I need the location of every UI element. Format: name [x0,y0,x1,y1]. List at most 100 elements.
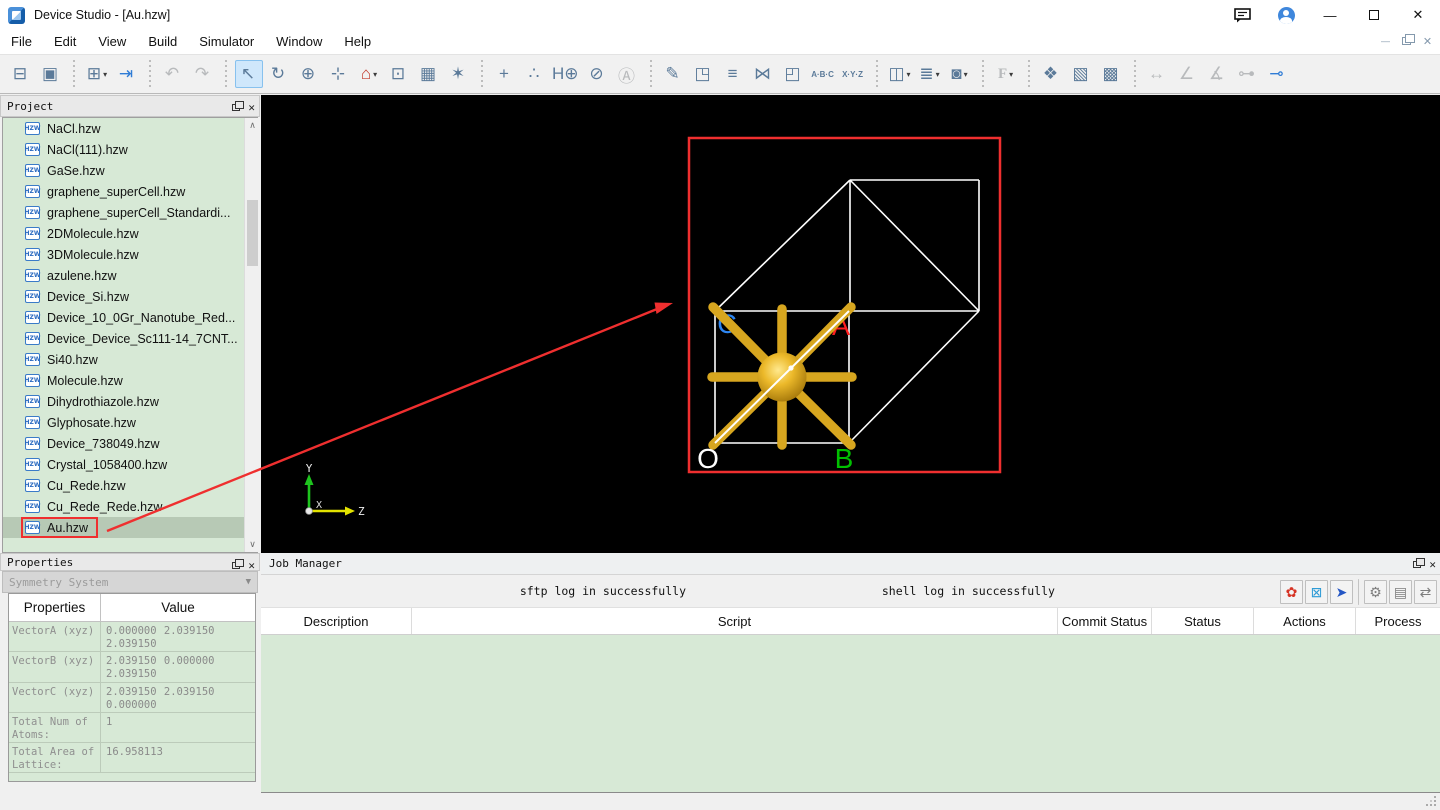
scroll-up-icon[interactable]: ∧ [245,118,260,133]
project-item[interactable]: HZW Cu_Rede.hzw [3,475,257,496]
submit-job-button[interactable]: ➤ [1330,580,1353,604]
mdi-close-button[interactable]: ✕ [1420,34,1435,48]
select-layer-button[interactable]: ≣▾ [916,60,944,88]
project-item[interactable]: HZW Device_738049.hzw [3,433,257,454]
project-item[interactable]: HZW Device_Si.hzw [3,286,257,307]
project-item[interactable]: HZW Au.hzw [3,517,257,538]
refresh-jobs-button[interactable]: ⇄ [1414,580,1437,604]
select-tool-button[interactable]: ↖ [235,60,263,88]
toolbar-button[interactable] [1024,59,1034,89]
save-button[interactable]: ▣ [37,60,65,88]
add-fragment-button[interactable]: ∴ [521,60,549,88]
project-item[interactable]: HZW NaCl.hzw [3,118,257,139]
select-molecule-button[interactable]: ◫▾ [886,60,914,88]
toolbar-button[interactable] [69,59,79,89]
build-crystal-cell-button[interactable]: ▧ [1068,60,1096,88]
measure-distance-button[interactable]: ↔ [1144,60,1172,88]
menu-item-file[interactable]: File [0,30,43,54]
toolbar-button[interactable] [1130,59,1140,89]
measure-ab-button[interactable]: ⊶ [1234,60,1262,88]
close-button[interactable]: ✕ [1396,0,1440,30]
maximize-button[interactable] [1352,0,1396,30]
symmetry-system-dropdown[interactable]: Symmetry System ▼ [2,571,258,593]
align-button[interactable]: ≡ [720,60,748,88]
add-hydrogen-button[interactable]: H⊕ [551,60,582,88]
float-panel-icon[interactable] [232,104,240,111]
project-item[interactable]: HZW Glyphosate.hzw [3,412,257,433]
job-button[interactable] [1358,579,1359,605]
measure-dihedral-button[interactable]: ∡ [1204,60,1232,88]
mirror-button[interactable]: ⋈ [750,60,778,88]
project-item[interactable]: HZW Dihydrothiazole.hzw [3,391,257,412]
redo-button[interactable]: ↷ [189,60,217,88]
close-panel-icon[interactable]: ✕ [1429,559,1436,570]
account-button[interactable] [1264,0,1308,30]
menu-item-window[interactable]: Window [265,30,333,54]
menu-item-edit[interactable]: Edit [43,30,87,54]
build-cluster-button[interactable]: ❖ [1038,60,1066,88]
project-item[interactable]: HZW Device_10_0Gr_Nanotube_Red... [3,307,257,328]
delete-atom-button[interactable]: ⊘ [584,60,612,88]
menu-item-build[interactable]: Build [137,30,188,54]
import-button[interactable]: ⇥ [113,60,141,88]
project-item[interactable]: HZW GaSe.hzw [3,160,257,181]
select-region-button[interactable]: ◙▾ [946,60,974,88]
mdi-minimize-button[interactable]: — [1378,34,1393,48]
toggle-ab-labels-button[interactable]: Ⓐ [614,60,642,88]
sketch-bond-button[interactable]: ✎ [660,60,688,88]
rotate-view-button[interactable]: ↻ [265,60,293,88]
open-file-button[interactable]: ⊟ [7,60,35,88]
toolbar-button[interactable] [221,59,231,89]
project-item[interactable]: HZW NaCl(111).hzw [3,139,257,160]
project-scrollbar[interactable]: ∧ ∨ [244,118,259,552]
force-field-button[interactable]: F▾ [992,60,1020,88]
resize-button[interactable]: ◳ [690,60,718,88]
sftp-transfer-button[interactable]: ⊠ [1305,580,1328,604]
minimize-button[interactable]: — [1308,0,1352,30]
toolbar-button[interactable] [978,59,988,89]
zoom-tool-button[interactable]: ⊕ [295,60,323,88]
toolbar-button[interactable] [145,59,155,89]
add-atom-button[interactable]: + [491,60,519,88]
menu-item-view[interactable]: View [87,30,137,54]
toolbar-button[interactable] [646,59,656,89]
project-item[interactable]: HZW 2DMolecule.hzw [3,223,257,244]
bond-tool-button[interactable]: ⊸ [1264,60,1292,88]
relabel-abc-button[interactable]: A·B·C [810,60,838,88]
toolbar-button[interactable] [872,59,882,89]
mdi-restore-button[interactable] [1399,34,1414,48]
toolbar-button[interactable] [477,59,487,89]
fit-view-button[interactable]: ⊡ [385,60,413,88]
scrollbar-thumb[interactable] [247,200,258,266]
job-queue-button[interactable]: ▤ [1389,580,1412,604]
close-panel-icon[interactable]: ✕ [248,560,255,571]
project-item[interactable]: HZW graphene_superCell_Standardi... [3,202,257,223]
scroll-down-icon[interactable]: ∨ [245,537,260,552]
float-panel-icon[interactable] [1413,561,1421,568]
project-item[interactable]: HZW Device_Device_Sc111-14_7CNT... [3,328,257,349]
build-supercell-button[interactable]: ▩ [1098,60,1126,88]
relabel-xyz-button[interactable]: X·Y·Z [840,60,868,88]
project-item[interactable]: HZW Molecule.hzw [3,370,257,391]
measure-angle-button[interactable]: ∠ [1174,60,1202,88]
menu-item-simulator[interactable]: Simulator [188,30,265,54]
feedback-chat-button[interactable] [1220,0,1264,30]
3d-viewport[interactable]: A C O B [261,95,1440,553]
project-item[interactable]: HZW Si40.hzw [3,349,257,370]
close-panel-icon[interactable]: ✕ [248,102,255,113]
job-settings-button[interactable]: ⚙ [1364,580,1387,604]
project-item[interactable]: HZW azulene.hzw [3,265,257,286]
resize-grip[interactable] [1434,804,1436,806]
shell-terminal-button[interactable]: ✿ [1280,580,1303,604]
project-item[interactable]: HZW graphene_superCell.hzw [3,181,257,202]
transform-box-button[interactable]: ◰ [780,60,808,88]
home-view-button[interactable]: ⌂▾ [355,60,383,88]
display-style-button[interactable]: ▦ [415,60,443,88]
new-file-button[interactable]: ⊞▾ [83,60,111,88]
project-item[interactable]: HZW Crystal_1058400.hzw [3,454,257,475]
float-panel-icon[interactable] [232,562,240,569]
menu-item-help[interactable]: Help [333,30,382,54]
project-item[interactable]: HZW 3DMolecule.hzw [3,244,257,265]
pan-tool-button[interactable]: ⊹ [325,60,353,88]
undo-button[interactable]: ↶ [159,60,187,88]
